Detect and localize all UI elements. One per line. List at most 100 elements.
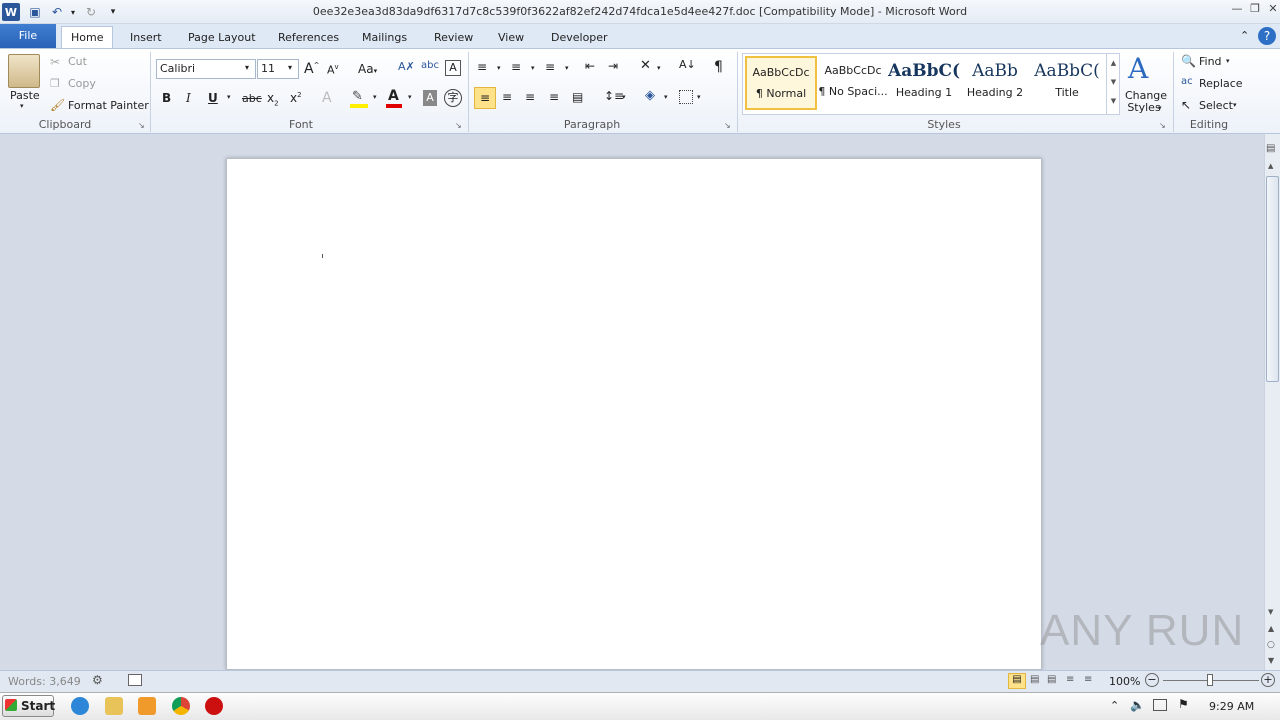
tab-page-layout[interactable]: Page Layout [179,27,265,48]
change-styles-icon[interactable]: A [1128,52,1148,85]
font-color-dropdown-icon[interactable]: ▾ [408,93,412,101]
tab-mailings[interactable]: Mailings [353,27,416,48]
enclose-characters-icon[interactable]: 字 [444,89,462,107]
styles-launcher-icon[interactable]: ↘ [1159,121,1166,130]
tab-developer[interactable]: Developer [542,27,617,48]
clear-formatting-icon[interactable]: A✗ [398,60,415,73]
help-icon[interactable]: ? [1258,27,1276,45]
tab-file[interactable]: File [0,24,56,48]
print-layout-icon[interactable]: ▤ [1008,673,1026,689]
volume-icon[interactable]: 🔈 [1130,698,1145,712]
bullets-icon[interactable]: ≡ [477,60,487,74]
paste-icon[interactable] [8,54,40,88]
decrease-indent-icon[interactable]: ⇤ [585,59,595,73]
zoom-slider-thumb[interactable] [1207,674,1213,686]
draft-icon[interactable]: ≡ [1084,674,1092,685]
next-page-icon[interactable]: ▼ [1268,656,1274,665]
asian-layout-dropdown-icon[interactable]: ▾ [657,64,661,72]
ruler-toggle-icon[interactable]: ▤ [1266,143,1275,154]
increase-indent-icon[interactable]: ⇥ [608,59,618,73]
action-center-flag-icon[interactable]: ⚑ [1178,697,1189,711]
paste-button[interactable]: Paste [10,89,40,102]
tab-home[interactable]: Home [61,26,114,48]
scroll-up-icon[interactable]: ▲ [1268,162,1273,170]
highlight-dropdown-icon[interactable]: ▾ [373,93,377,101]
find-button[interactable]: Find [1199,55,1222,68]
minimize-ribbon-icon[interactable]: ⌃ [1240,29,1249,42]
font-size-combo[interactable]: 11 [257,59,299,79]
close-icon[interactable]: ✕ [1264,2,1280,16]
tab-view[interactable]: View [489,27,533,48]
browse-object-icon[interactable]: ○ [1267,640,1275,650]
paste-dropdown-icon[interactable]: ▾ [20,102,24,110]
style-heading-1[interactable]: AaBbC( Heading 1 [888,56,960,110]
full-screen-reading-icon[interactable]: ▤ [1030,674,1039,685]
replace-button[interactable]: Replace [1199,77,1243,90]
character-border-icon[interactable]: A [445,60,461,76]
style-normal[interactable]: AaBbCcDc ¶ Normal [745,56,817,110]
zoom-out-icon[interactable]: − [1145,673,1159,687]
restore-icon[interactable]: ❐ [1246,2,1264,16]
change-styles-dropdown-icon[interactable]: ▾ [1158,104,1162,112]
asian-layout-icon[interactable]: ✕ [640,58,651,73]
align-center-icon[interactable]: ≡ [502,90,512,104]
web-layout-icon[interactable]: ▤ [1047,674,1056,685]
underline-icon[interactable]: U [208,91,218,105]
strikethrough-icon[interactable]: abc [242,92,262,105]
multilevel-dropdown-icon[interactable]: ▾ [565,64,569,72]
font-name-dropdown-icon[interactable]: ▾ [245,63,249,72]
bullets-dropdown-icon[interactable]: ▾ [497,64,501,72]
minimize-icon[interactable]: — [1228,2,1246,16]
borders-dropdown-icon[interactable]: ▾ [697,93,701,101]
network-icon[interactable] [1153,699,1167,711]
align-left-icon[interactable]: ≡ [474,87,496,109]
numbering-dropdown-icon[interactable]: ▾ [531,64,535,72]
multilevel-list-icon[interactable]: ≡ [545,60,555,74]
style-title[interactable]: AaBbC( Title [1031,56,1103,110]
format-painter-button[interactable]: Format Painter [68,99,149,112]
find-dropdown-icon[interactable]: ▾ [1226,57,1230,65]
shading-icon[interactable]: ◈ [645,88,655,103]
cut-button[interactable]: Cut [68,55,87,68]
bold-icon[interactable]: B [162,91,171,105]
character-shading-icon[interactable]: A [423,90,437,106]
italic-icon[interactable]: I [186,91,191,105]
zoom-in-icon[interactable]: + [1261,673,1275,687]
shrink-font-icon[interactable]: Av [327,63,339,77]
style-heading-2[interactable]: AaBb Heading 2 [959,56,1031,110]
opera-icon[interactable] [205,697,223,715]
superscript-icon[interactable]: x2 [290,91,302,105]
show-marks-icon[interactable]: ¶ [714,59,723,75]
chrome-icon[interactable] [172,697,190,715]
media-player-icon[interactable] [138,697,156,715]
scrollbar-thumb[interactable] [1266,176,1279,382]
show-hidden-icons-icon[interactable]: ⌃ [1110,699,1119,712]
justify-icon[interactable]: ≡ [549,90,559,104]
macro-record-icon[interactable] [128,674,142,686]
proofing-icon[interactable]: ⚙ [92,673,103,687]
highlight-icon[interactable]: ✎ [352,89,363,104]
subscript-icon[interactable]: x2 [267,91,279,107]
outline-icon[interactable]: ≡ [1066,674,1074,685]
font-color-icon[interactable]: A [388,88,399,104]
explorer-folder-icon[interactable] [105,697,123,715]
tab-insert[interactable]: Insert [121,27,171,48]
line-spacing-dropdown-icon[interactable]: ▾ [622,93,626,101]
tab-references[interactable]: References [269,27,348,48]
underline-dropdown-icon[interactable]: ▾ [227,93,231,101]
align-right-icon[interactable]: ≡ [525,90,535,104]
paragraph-launcher-icon[interactable]: ↘ [724,121,731,130]
borders-icon[interactable] [679,90,693,104]
change-case-icon[interactable]: Aa▾ [358,62,377,76]
style-no-spacing[interactable]: AaBbCcDc ¶ No Spaci... [817,56,889,110]
zoom-level[interactable]: 100% [1109,675,1140,688]
clipboard-launcher-icon[interactable]: ↘ [138,121,145,130]
document-page[interactable] [226,158,1042,670]
distributed-icon[interactable]: ▤ [572,90,583,104]
font-name-combo[interactable]: Calibri [156,59,256,79]
clock[interactable]: 9:29 AM [1209,700,1254,713]
text-effects-icon[interactable]: A [322,90,332,106]
internet-explorer-icon[interactable] [71,697,89,715]
phonetic-guide-icon[interactable]: abc [421,60,439,71]
scroll-down-icon[interactable]: ▼ [1268,608,1273,616]
